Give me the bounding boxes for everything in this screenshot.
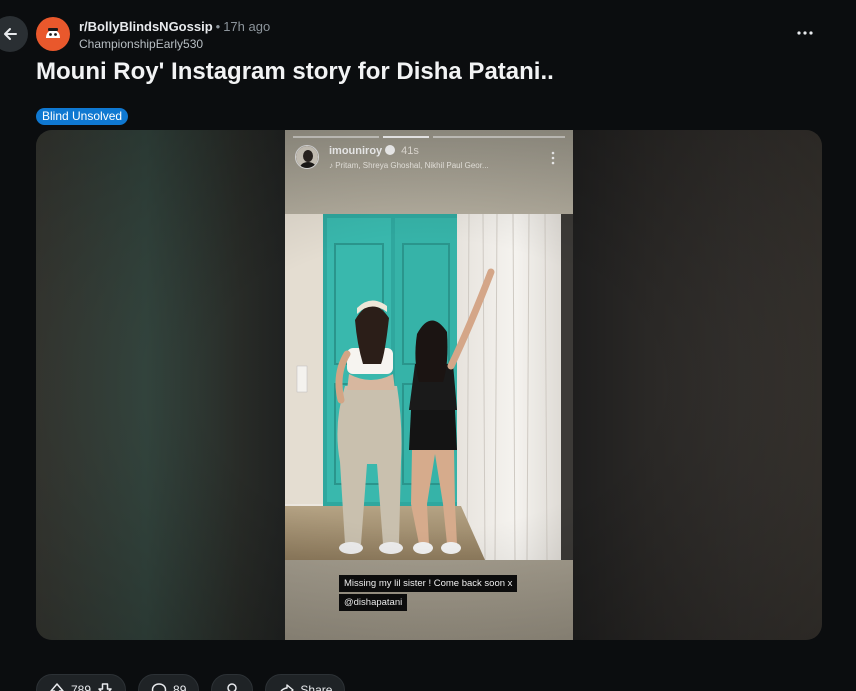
verified-icon (385, 145, 396, 155)
back-arrow-icon (4, 28, 17, 40)
story-username-row: imouniroy 41s (329, 145, 419, 157)
post-title[interactable]: Mouni Roy' Instagram story for Disha Pat… (36, 58, 554, 86)
award-icon (227, 683, 238, 691)
story-username: imouniroy (329, 145, 383, 157)
story-progress-segment (293, 136, 379, 138)
downvote-icon[interactable] (97, 682, 113, 691)
story-caption-line: Missing my lil sister ! Come back soon x (339, 575, 518, 592)
post-meta: r/BollyBlindsNGossip • 17h ago Championshi… (79, 19, 270, 51)
story-menu-icon (551, 151, 555, 165)
subreddit-avatar[interactable] (36, 17, 70, 51)
post-actions: 789 89 Share (36, 674, 346, 691)
post-time: 17h ago (223, 19, 271, 34)
upvote-icon[interactable] (49, 682, 65, 691)
top-edge (0, 0, 856, 8)
more-options-icon (797, 31, 813, 35)
comments-button[interactable]: 89 (138, 674, 200, 691)
instagram-story-image: imouniroy 41s ♪ Pritam, Shreya Ghoshal, N… (285, 130, 573, 640)
back-button[interactable] (0, 16, 28, 52)
story-age: 41s (401, 145, 419, 157)
meta-separator: • (215, 19, 221, 34)
vote-count: 789 (71, 683, 92, 691)
share-button[interactable]: Share (265, 674, 346, 691)
story-progress-segment (433, 136, 565, 138)
story-caption: Missing my lil sister ! Come back soon x… (339, 573, 518, 611)
subreddit-link[interactable]: r/BollyBlindsNGossip (79, 19, 213, 34)
award-button[interactable] (211, 674, 254, 691)
story-progress-segment (383, 136, 429, 138)
share-icon (280, 684, 295, 691)
post-flair[interactable]: Blind Unsolved (36, 108, 129, 125)
subreddit-icon (41, 22, 65, 46)
more-options-button[interactable] (790, 22, 820, 44)
author-link[interactable]: ChampionshipEarly530 (79, 37, 270, 51)
story-music-row: ♪ Pritam, Shreya Ghoshal, Nikhil Paul Ge… (329, 161, 489, 170)
vote-pill: 789 (36, 674, 127, 691)
share-label: Share (300, 683, 333, 691)
comment-count: 89 (173, 683, 187, 691)
comment-icon (151, 683, 167, 691)
post-media[interactable]: imouniroy 41s ♪ Pritam, Shreya Ghoshal, N… (36, 130, 822, 640)
story-mention: @dishapatani (339, 594, 408, 611)
story-music: Pritam, Shreya Ghoshal, Nikhil Paul Geor… (335, 161, 489, 170)
story-avatar (295, 145, 319, 169)
story-header: imouniroy 41s ♪ Pritam, Shreya Ghoshal, N… (285, 130, 573, 214)
story-photo (285, 214, 573, 560)
